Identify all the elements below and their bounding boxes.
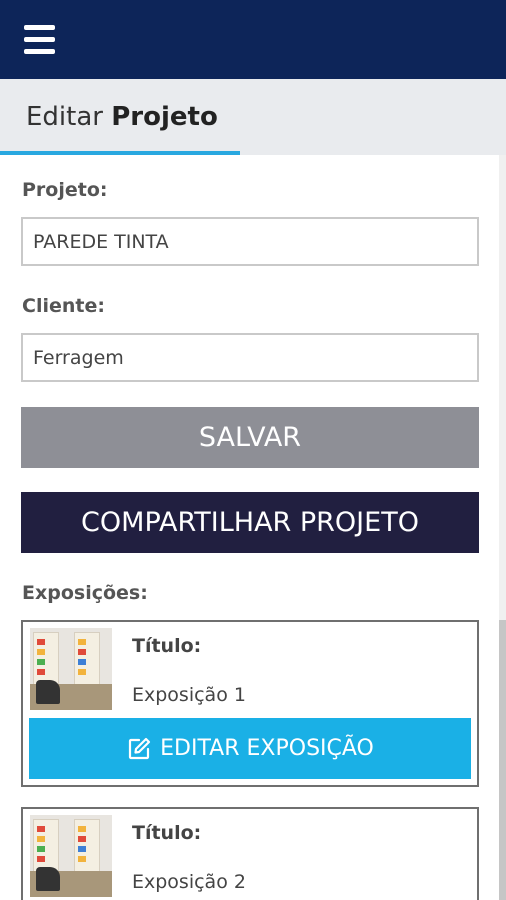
scrollbar-thumb[interactable] [499, 620, 506, 900]
edit-exposition-button[interactable]: EDITAR EXPOSIÇÃO [29, 718, 471, 779]
header-active-indicator [0, 151, 240, 155]
client-label: Cliente: [22, 295, 105, 317]
edit-exposition-label: EDITAR EXPOSIÇÃO [160, 736, 374, 761]
client-input[interactable] [21, 333, 479, 382]
page-title: Editar Projeto [26, 102, 218, 132]
page-title-prefix: Editar [26, 102, 103, 132]
exposition-thumbnail[interactable] [30, 815, 112, 897]
exposition-card: Título: Exposição 1 EDITAR EXPOSIÇÃO [21, 620, 479, 787]
scrollbar[interactable] [499, 155, 506, 900]
save-button[interactable]: SALVAR [21, 407, 479, 468]
exposition-thumbnail[interactable] [30, 628, 112, 710]
share-project-button[interactable]: COMPARTILHAR PROJETO [21, 492, 479, 553]
top-app-bar [0, 0, 506, 79]
exposition-card: Título: Exposição 2 [21, 807, 479, 900]
exposition-title-label: Título: [132, 822, 202, 844]
expositions-label: Exposições: [22, 582, 148, 604]
hamburger-menu-icon[interactable] [24, 25, 55, 55]
page-title-bold: Projeto [111, 102, 218, 132]
project-input[interactable] [21, 217, 479, 266]
project-label: Projeto: [22, 179, 108, 201]
edit-icon [129, 737, 151, 759]
exposition-title-label: Título: [132, 635, 202, 657]
exposition-title: Exposição 2 [132, 871, 246, 893]
exposition-title: Exposição 1 [132, 684, 246, 706]
